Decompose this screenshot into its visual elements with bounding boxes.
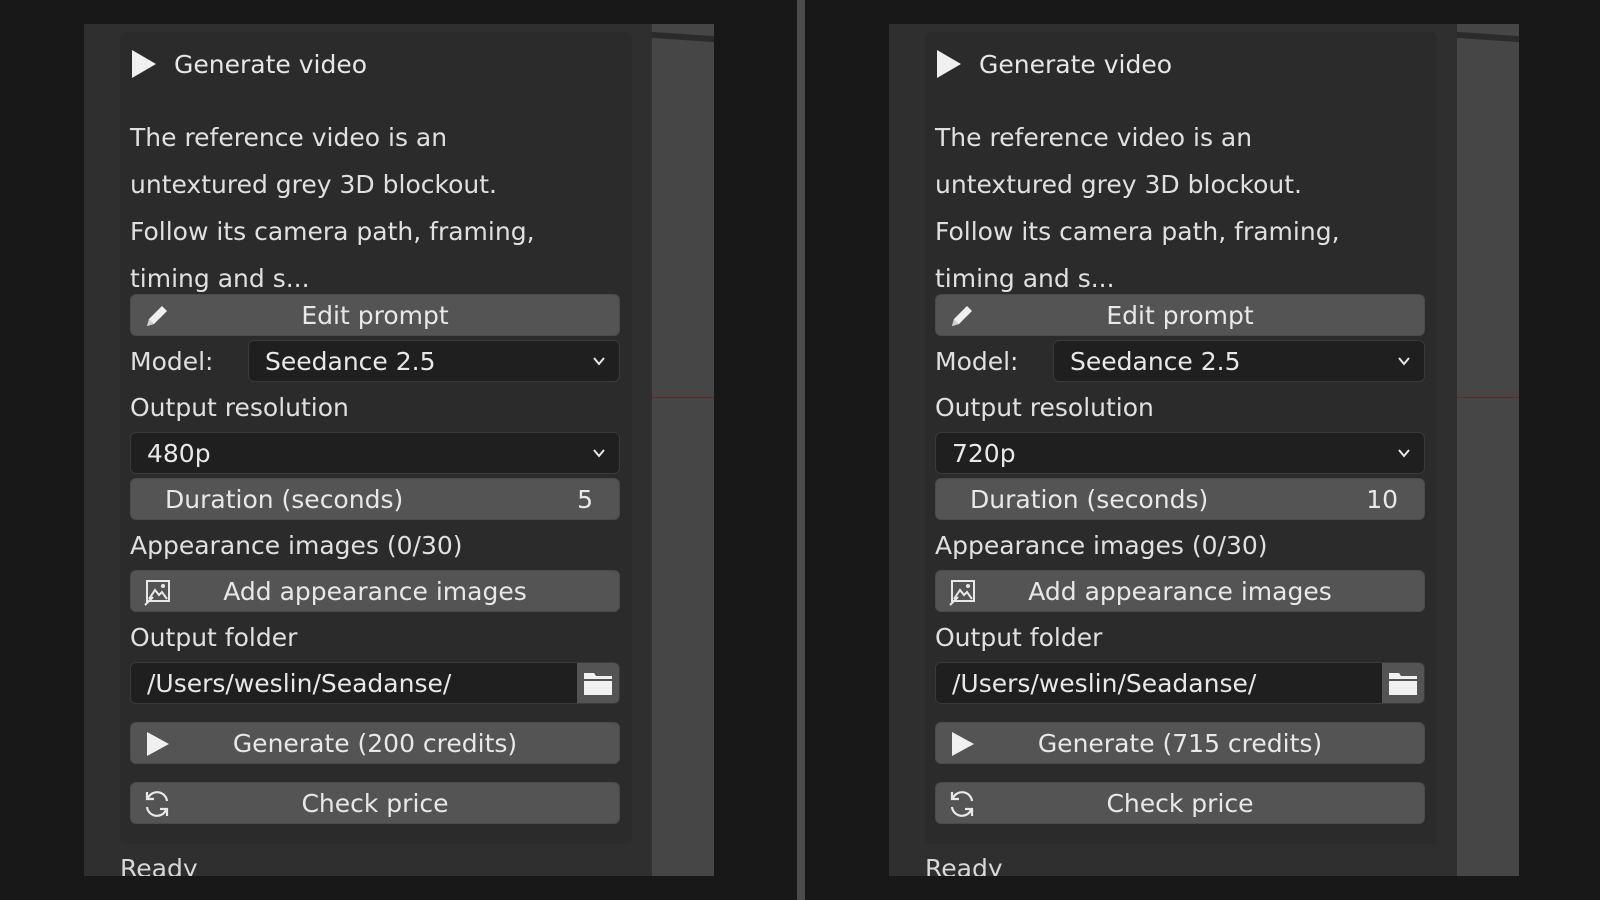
description-line: untextured grey 3D blockout.	[935, 170, 1302, 199]
status-text: Ready	[120, 854, 198, 876]
image-add-icon	[946, 576, 978, 608]
duration-value: 10	[1366, 484, 1398, 514]
description-line: Follow its camera path, framing,	[130, 217, 535, 246]
resolution-select[interactable]: 480p	[130, 432, 620, 474]
center-divider	[797, 0, 805, 900]
browse-folder-button[interactable]	[577, 663, 619, 703]
generate-button[interactable]: Generate (715 credits)	[935, 722, 1425, 764]
description-line: The reference video is an	[130, 123, 448, 152]
generate-button[interactable]: Generate (200 credits)	[130, 722, 620, 764]
edit-prompt-button[interactable]: Edit prompt	[130, 294, 620, 336]
model-label: Model:	[935, 347, 1019, 376]
play-icon	[132, 50, 156, 78]
browse-folder-button[interactable]	[1382, 663, 1424, 703]
model-value: Seedance 2.5	[1070, 346, 1241, 376]
resolution-label: Output resolution	[935, 393, 1154, 422]
generate-video-panel: Generate video The reference video is an…	[120, 32, 632, 844]
pencil-icon	[946, 300, 978, 332]
chevron-down-icon	[1398, 449, 1410, 458]
play-icon	[141, 728, 173, 760]
prompt-description: The reference video is an untextured gre…	[130, 114, 620, 302]
add-appearance-images-button[interactable]: Add appearance images	[130, 570, 620, 612]
chevron-down-icon	[593, 449, 605, 458]
output-folder-field: /Users/weslin/Seadanse/	[935, 662, 1425, 704]
edit-prompt-label: Edit prompt	[1106, 300, 1254, 330]
resolution-select[interactable]: 720p	[935, 432, 1425, 474]
sidebar: Generate video The reference video is an…	[889, 24, 1457, 876]
panel-header[interactable]: Generate video	[937, 48, 1417, 80]
viewport-edge	[1457, 24, 1519, 876]
folder-icon	[584, 673, 612, 695]
model-select[interactable]: Seedance 2.5	[1053, 340, 1425, 382]
play-icon	[946, 728, 978, 760]
output-folder-label: Output folder	[130, 623, 298, 652]
sidebar: Generate video The reference video is an…	[84, 24, 652, 876]
refresh-icon	[946, 788, 978, 820]
screenshot-left: Generate video The reference video is an…	[84, 24, 714, 876]
edit-prompt-button[interactable]: Edit prompt	[935, 294, 1425, 336]
resolution-value: 480p	[147, 438, 211, 468]
chevron-down-icon	[593, 357, 605, 366]
appearance-label: Appearance images (0/30)	[130, 531, 463, 560]
viewport-edge	[652, 24, 714, 876]
generate-video-panel: Generate video The reference video is an…	[925, 32, 1437, 844]
pencil-icon	[141, 300, 173, 332]
model-value: Seedance 2.5	[265, 346, 436, 376]
model-label: Model:	[130, 347, 214, 376]
resolution-label: Output resolution	[130, 393, 349, 422]
check-price-label: Check price	[301, 788, 449, 818]
model-select[interactable]: Seedance 2.5	[248, 340, 620, 382]
refresh-icon	[141, 788, 173, 820]
duration-field[interactable]: Duration (seconds) 5	[130, 478, 620, 520]
screenshot-right: Generate video The reference video is an…	[889, 24, 1519, 876]
add-images-label: Add appearance images	[1028, 576, 1332, 606]
output-folder-label: Output folder	[935, 623, 1103, 652]
prompt-description: The reference video is an untextured gre…	[935, 114, 1425, 302]
generate-label: Generate (200 credits)	[232, 728, 518, 758]
duration-field[interactable]: Duration (seconds) 10	[935, 478, 1425, 520]
panel-title: Generate video	[979, 49, 1172, 79]
generate-label: Generate (715 credits)	[1037, 728, 1323, 758]
description-line: The reference video is an	[935, 123, 1253, 152]
duration-label: Duration (seconds)	[970, 484, 1209, 514]
comparison-screen: Generate video The reference video is an…	[0, 0, 1600, 900]
add-images-label: Add appearance images	[223, 576, 527, 606]
status-text: Ready	[925, 854, 1003, 876]
duration-value: 5	[577, 484, 593, 514]
output-folder-input[interactable]: /Users/weslin/Seadanse/	[131, 663, 577, 703]
check-price-label: Check price	[1106, 788, 1254, 818]
resolution-value: 720p	[952, 438, 1016, 468]
duration-label: Duration (seconds)	[165, 484, 404, 514]
panel-header[interactable]: Generate video	[132, 48, 612, 80]
edit-prompt-label: Edit prompt	[301, 300, 449, 330]
chevron-down-icon	[1398, 357, 1410, 366]
play-icon	[937, 50, 961, 78]
check-price-button[interactable]: Check price	[130, 782, 620, 824]
image-add-icon	[141, 576, 173, 608]
check-price-button[interactable]: Check price	[935, 782, 1425, 824]
description-line: untextured grey 3D blockout.	[130, 170, 497, 199]
add-appearance-images-button[interactable]: Add appearance images	[935, 570, 1425, 612]
appearance-label: Appearance images (0/30)	[935, 531, 1268, 560]
output-folder-input[interactable]: /Users/weslin/Seadanse/	[936, 663, 1382, 703]
output-folder-field: /Users/weslin/Seadanse/	[130, 662, 620, 704]
description-line: Follow its camera path, framing,	[935, 217, 1340, 246]
panel-title: Generate video	[174, 49, 367, 79]
folder-icon	[1389, 673, 1417, 695]
